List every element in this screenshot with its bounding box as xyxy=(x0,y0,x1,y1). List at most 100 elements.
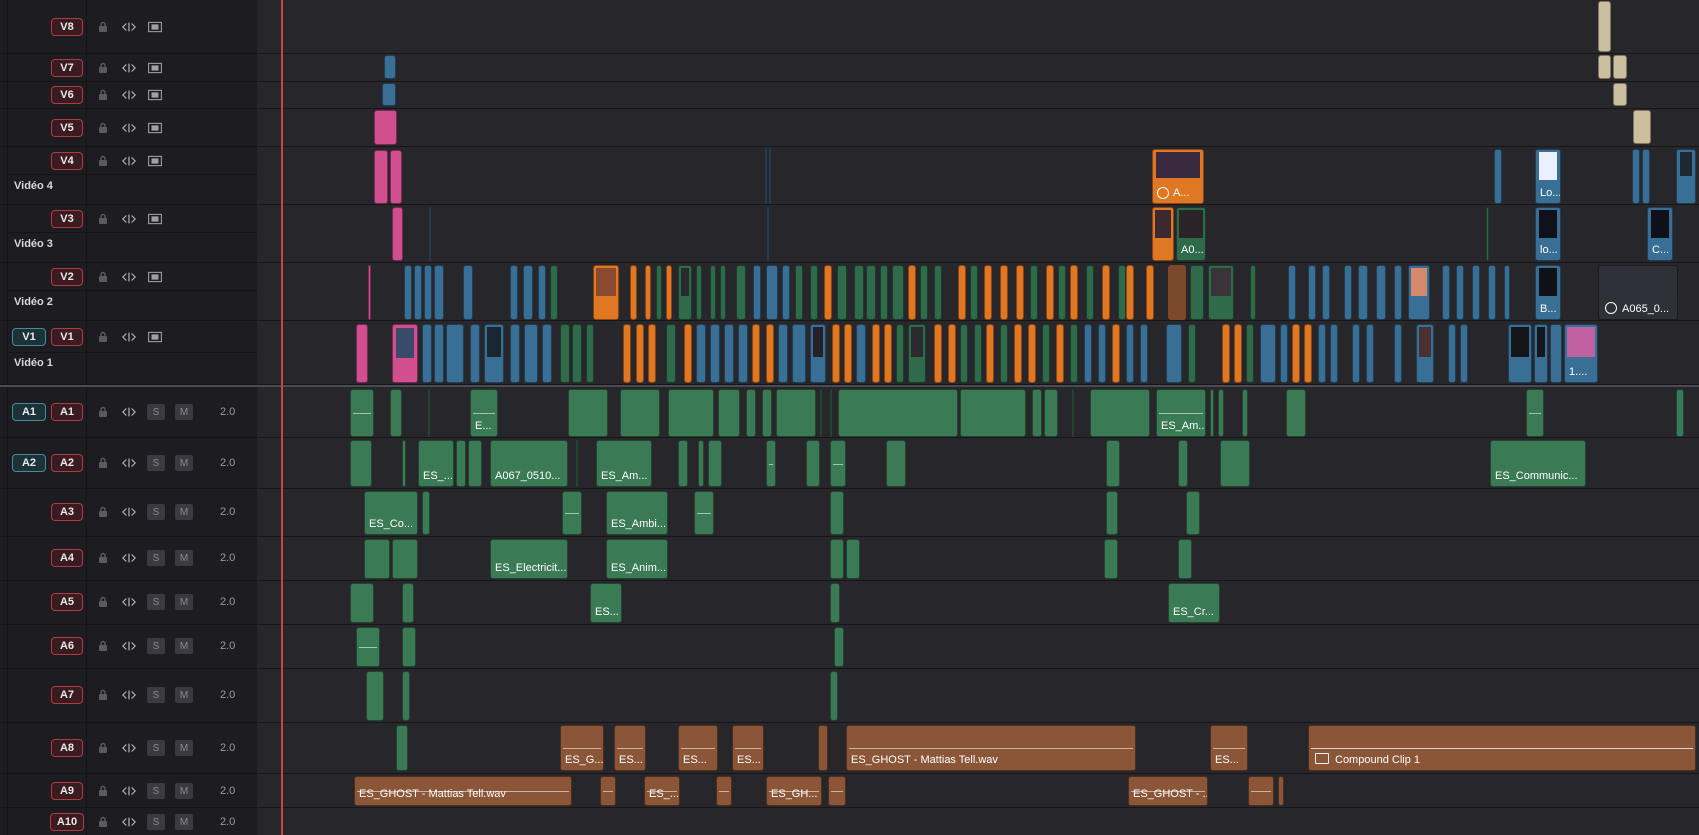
video-clip[interactable] xyxy=(832,324,840,383)
audio-clip[interactable] xyxy=(806,440,820,487)
audio-clip[interactable] xyxy=(1676,389,1684,437)
video-clip[interactable] xyxy=(1190,265,1204,320)
audio-clip[interactable] xyxy=(350,389,374,437)
audio-clip[interactable] xyxy=(402,627,416,667)
lock-icon[interactable] xyxy=(96,330,110,344)
audio-clip[interactable] xyxy=(402,583,414,623)
audio-clip[interactable]: ES_Cr... xyxy=(1168,583,1220,623)
track-name[interactable]: Vidéo 1 xyxy=(14,357,53,369)
link-icon[interactable] xyxy=(122,688,136,702)
solo-button[interactable]: S xyxy=(147,783,165,799)
audio-clip[interactable] xyxy=(1178,539,1192,579)
film-strip-icon[interactable] xyxy=(148,121,162,135)
video-clip[interactable] xyxy=(1456,265,1464,320)
video-clip[interactable] xyxy=(795,265,803,320)
video-clip[interactable] xyxy=(470,324,480,383)
audio-clip[interactable]: ES... xyxy=(678,725,718,771)
video-clip[interactable] xyxy=(1222,324,1230,383)
link-icon[interactable] xyxy=(122,639,136,653)
video-clip[interactable] xyxy=(404,265,412,320)
audio-clip[interactable]: A067_0510... xyxy=(490,440,568,487)
video-clip[interactable] xyxy=(1014,324,1022,383)
track-id-badge[interactable]: V1 xyxy=(51,328,83,346)
video-clip[interactable] xyxy=(1322,265,1330,320)
track-lane-a4[interactable] xyxy=(258,537,1699,581)
track-lane-v4[interactable] xyxy=(258,147,1699,205)
audio-clip[interactable] xyxy=(668,389,714,437)
video-clip[interactable] xyxy=(696,324,706,383)
video-clip[interactable] xyxy=(960,324,968,383)
video-clip[interactable] xyxy=(1070,265,1078,320)
video-clip[interactable] xyxy=(1042,324,1050,383)
video-clip[interactable] xyxy=(392,207,403,261)
video-clip[interactable] xyxy=(392,324,418,383)
audio-clip[interactable] xyxy=(698,440,704,487)
lock-icon[interactable] xyxy=(96,270,110,284)
video-clip[interactable] xyxy=(1486,207,1489,261)
video-clip[interactable] xyxy=(1000,324,1008,383)
video-clip[interactable] xyxy=(648,324,656,383)
video-clip[interactable] xyxy=(1376,265,1386,320)
audio-clip[interactable]: ES... xyxy=(614,725,646,771)
link-icon[interactable] xyxy=(122,551,136,565)
video-clip[interactable] xyxy=(769,148,771,204)
link-icon[interactable] xyxy=(122,121,136,135)
video-clip[interactable] xyxy=(908,324,926,383)
video-clip[interactable] xyxy=(810,265,818,320)
video-clip[interactable] xyxy=(434,324,444,383)
video-clip[interactable] xyxy=(934,324,942,383)
track-lane-a5[interactable] xyxy=(258,581,1699,625)
video-clip[interactable] xyxy=(1260,324,1276,383)
video-clip[interactable] xyxy=(974,324,982,383)
video-clip[interactable] xyxy=(986,324,994,383)
video-clip[interactable] xyxy=(356,324,368,383)
playhead[interactable] xyxy=(281,0,283,835)
link-icon[interactable] xyxy=(122,270,136,284)
audio-clip[interactable] xyxy=(830,440,846,487)
video-clip[interactable] xyxy=(446,324,464,383)
video-clip[interactable] xyxy=(1102,265,1110,320)
video-clip[interactable] xyxy=(1394,265,1402,320)
audio-clip[interactable] xyxy=(838,389,958,437)
video-clip[interactable] xyxy=(720,265,726,320)
solo-button[interactable]: S xyxy=(147,638,165,654)
video-clip[interactable] xyxy=(884,324,892,383)
audio-clip[interactable] xyxy=(708,440,722,487)
video-clip[interactable] xyxy=(1534,324,1548,383)
audio-clip[interactable]: ES_Am... xyxy=(1156,389,1206,437)
audio-clip[interactable] xyxy=(960,389,1026,437)
video-clip[interactable]: A065_0... xyxy=(1598,265,1678,320)
video-clip[interactable] xyxy=(1330,324,1338,383)
mute-button[interactable]: M xyxy=(175,740,193,756)
audio-clip[interactable] xyxy=(1248,776,1274,806)
video-clip[interactable] xyxy=(422,324,432,383)
audio-clip[interactable] xyxy=(1286,389,1306,437)
audio-clip[interactable] xyxy=(830,389,832,437)
audio-clip[interactable] xyxy=(392,539,418,579)
audio-clip[interactable] xyxy=(396,725,408,771)
video-clip[interactable] xyxy=(896,324,904,383)
audio-clip[interactable]: ES_Electricit... xyxy=(490,539,568,579)
video-clip[interactable]: B... xyxy=(1535,265,1561,320)
video-clip[interactable] xyxy=(1676,149,1696,204)
audio-clip[interactable] xyxy=(776,389,816,437)
lock-icon[interactable] xyxy=(96,595,110,609)
audio-clip[interactable] xyxy=(568,389,608,437)
video-clip[interactable] xyxy=(1488,265,1496,320)
audio-clip[interactable] xyxy=(1526,389,1544,437)
video-clip[interactable] xyxy=(560,324,570,383)
solo-button[interactable]: S xyxy=(147,814,165,830)
video-clip[interactable] xyxy=(1394,324,1402,383)
audio-clip[interactable] xyxy=(830,539,844,579)
track-lane-v2[interactable] xyxy=(258,263,1699,321)
video-clip[interactable] xyxy=(1288,265,1296,320)
video-clip[interactable] xyxy=(958,265,966,320)
track-lane-v6[interactable] xyxy=(258,82,1699,109)
solo-button[interactable]: S xyxy=(147,687,165,703)
video-clip[interactable] xyxy=(892,265,904,320)
video-clip[interactable] xyxy=(1633,110,1651,144)
audio-clip[interactable] xyxy=(1178,440,1188,487)
video-clip[interactable] xyxy=(1472,265,1480,320)
track-id-badge[interactable]: A10 xyxy=(50,813,84,831)
audio-clip[interactable] xyxy=(366,671,384,721)
